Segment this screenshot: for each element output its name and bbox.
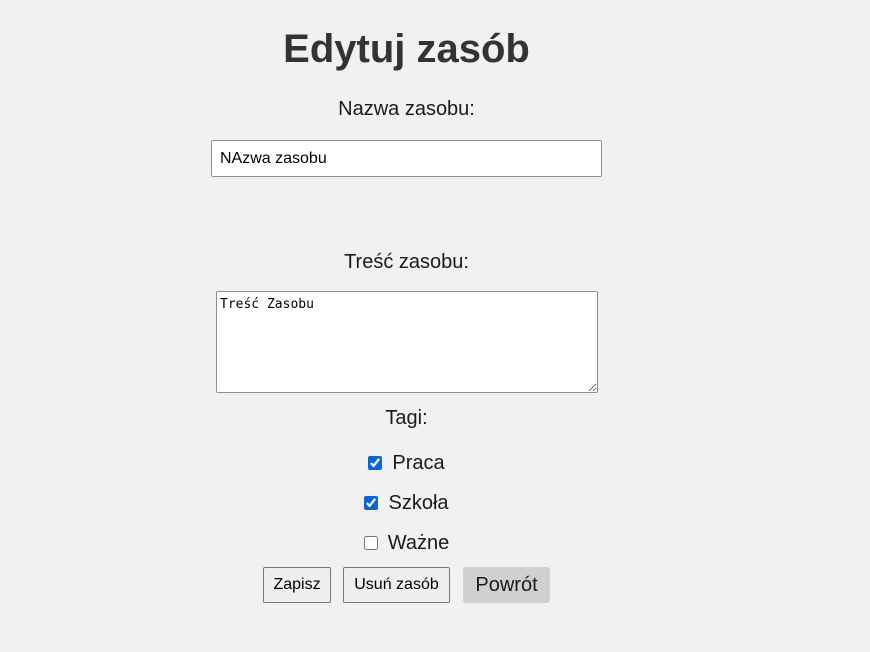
tag-checkbox-wazne[interactable] — [363, 536, 378, 550]
tag-label-wazne: Ważne — [387, 532, 450, 554]
back-button[interactable]: Powrót — [463, 567, 550, 603]
content-textarea[interactable]: Treść Zasobu — [216, 291, 598, 393]
tag-label-szkola: Szkoła — [388, 492, 449, 514]
tag-row-praca: Praca — [0, 451, 813, 475]
tag-label-praca: Praca — [392, 452, 445, 474]
tags-label: Tagi: — [385, 407, 428, 429]
page-title: Edytuj zasób — [283, 27, 530, 71]
content-label: Treść zasobu: — [344, 251, 469, 273]
delete-button[interactable]: Usuń zasób — [343, 567, 450, 603]
tag-row-szkola: Szkoła — [0, 491, 813, 515]
tag-row-wazne: Ważne — [0, 531, 813, 555]
name-label: Nazwa zasobu: — [338, 98, 475, 120]
save-button[interactable]: Zapisz — [263, 567, 331, 603]
tag-checkbox-szkola[interactable] — [364, 496, 379, 510]
tag-checkbox-praca[interactable] — [368, 456, 383, 470]
name-input[interactable] — [211, 140, 602, 177]
